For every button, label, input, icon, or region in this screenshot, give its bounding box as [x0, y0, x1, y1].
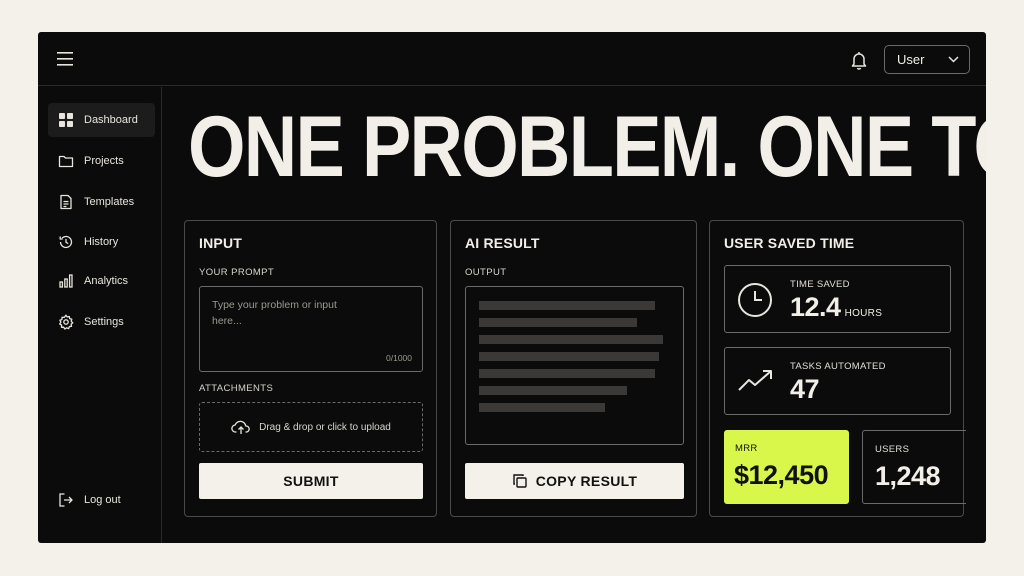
output-placeholder-line	[479, 301, 655, 310]
mrr-stat: MRR $12,450	[724, 430, 849, 504]
saved-time-title: USER SAVED TIME	[724, 235, 855, 251]
copy-result-label: COPY RESULT	[535, 473, 638, 489]
output-placeholder-line	[479, 369, 655, 378]
time-saved-label: TIME SAVED	[790, 279, 850, 290]
submit-button[interactable]: SUBMIT	[199, 463, 423, 499]
app-window: User Dashboard Projects Templates Histor…	[38, 32, 986, 543]
sidebar: Dashboard Projects Templates History Ana…	[38, 87, 162, 543]
bell-icon[interactable]	[850, 50, 868, 70]
users-stat: USERS 1,248	[862, 430, 966, 504]
user-select[interactable]: User	[884, 45, 970, 74]
upload-text: Drag & drop or click to upload	[259, 421, 391, 433]
input-card: INPUT YOUR PROMPT Type your problem or i…	[184, 220, 437, 517]
ai-result-title: AI RESULT	[465, 235, 540, 251]
tasks-automated-stat: TASKS AUTOMATED 47	[724, 347, 951, 415]
output-placeholder-line	[479, 318, 637, 327]
gear-icon	[59, 314, 74, 330]
prompt-placeholder: Type your problem or input here...	[212, 299, 337, 327]
saved-time-card: USER SAVED TIME TIME SAVED 12.4 HOURS TAS…	[709, 220, 966, 517]
time-saved-value: 12.4 HOURS	[790, 292, 882, 323]
sidebar-item-label: History	[84, 236, 119, 248]
output-placeholder-line	[479, 352, 659, 361]
grid-icon	[59, 113, 73, 127]
output-label: OUTPUT	[465, 267, 507, 278]
top-bar: User	[38, 32, 986, 86]
output-placeholder-line	[479, 403, 605, 412]
users-label: USERS	[875, 444, 910, 455]
user-select-value: User	[897, 52, 925, 67]
ai-result-card: AI RESULT OUTPUT COPY RESULT	[450, 220, 697, 517]
bar-chart-icon	[59, 274, 73, 288]
attachments-label: ATTACHMENTS	[199, 383, 274, 394]
sidebar-item-projects[interactable]: Projects	[48, 144, 155, 178]
sidebar-item-settings[interactable]: Settings	[48, 305, 155, 339]
upload-dropzone[interactable]: Drag & drop or click to upload	[199, 402, 423, 452]
output-placeholder-line	[479, 335, 663, 344]
sidebar-item-label: Projects	[84, 155, 124, 167]
sidebar-item-label: Settings	[84, 316, 124, 328]
sidebar-item-analytics[interactable]: Analytics	[48, 264, 155, 298]
history-icon	[59, 235, 73, 249]
char-counter: 0/1000	[386, 353, 412, 363]
trend-up-icon	[738, 370, 772, 391]
mrr-label: MRR	[735, 443, 758, 454]
sidebar-item-label: Templates	[84, 196, 135, 208]
sidebar-item-dashboard[interactable]: Dashboard	[48, 103, 155, 137]
cloud-upload-icon	[231, 420, 250, 434]
input-card-title: INPUT	[199, 235, 242, 251]
sidebar-item-label: Dashboard	[84, 114, 138, 126]
page-headline: ONE PROBLEM. ONE TOOL.	[188, 99, 986, 195]
output-area	[465, 286, 684, 445]
chevron-down-icon	[948, 56, 959, 63]
logout-label: Log out	[84, 494, 121, 506]
tasks-automated-value: 47	[790, 374, 820, 404]
logout-button[interactable]: Log out	[48, 483, 155, 517]
document-icon	[60, 194, 72, 210]
copy-result-button[interactable]: COPY RESULT	[465, 463, 684, 499]
tasks-automated-label: TASKS AUTOMATED	[790, 361, 886, 372]
time-saved-stat: TIME SAVED 12.4 HOURS	[724, 265, 951, 333]
sidebar-item-templates[interactable]: Templates	[48, 185, 155, 219]
sidebar-item-label: Analytics	[84, 275, 129, 287]
mrr-value: $12,450	[734, 460, 829, 490]
sidebar-item-history[interactable]: History	[48, 225, 155, 259]
users-value: 1,248	[875, 461, 941, 491]
folder-icon	[58, 155, 74, 168]
time-saved-unit: HOURS	[844, 308, 883, 319]
prompt-label: YOUR PROMPT	[199, 267, 275, 278]
logout-icon	[59, 493, 73, 507]
hamburger-menu-icon[interactable]	[57, 51, 75, 67]
clock-icon	[738, 283, 772, 317]
prompt-input[interactable]: Type your problem or input here... 0/100…	[199, 286, 423, 372]
time-saved-number: 12.4	[790, 292, 841, 322]
output-placeholder-line	[479, 386, 627, 395]
copy-icon	[513, 474, 527, 488]
